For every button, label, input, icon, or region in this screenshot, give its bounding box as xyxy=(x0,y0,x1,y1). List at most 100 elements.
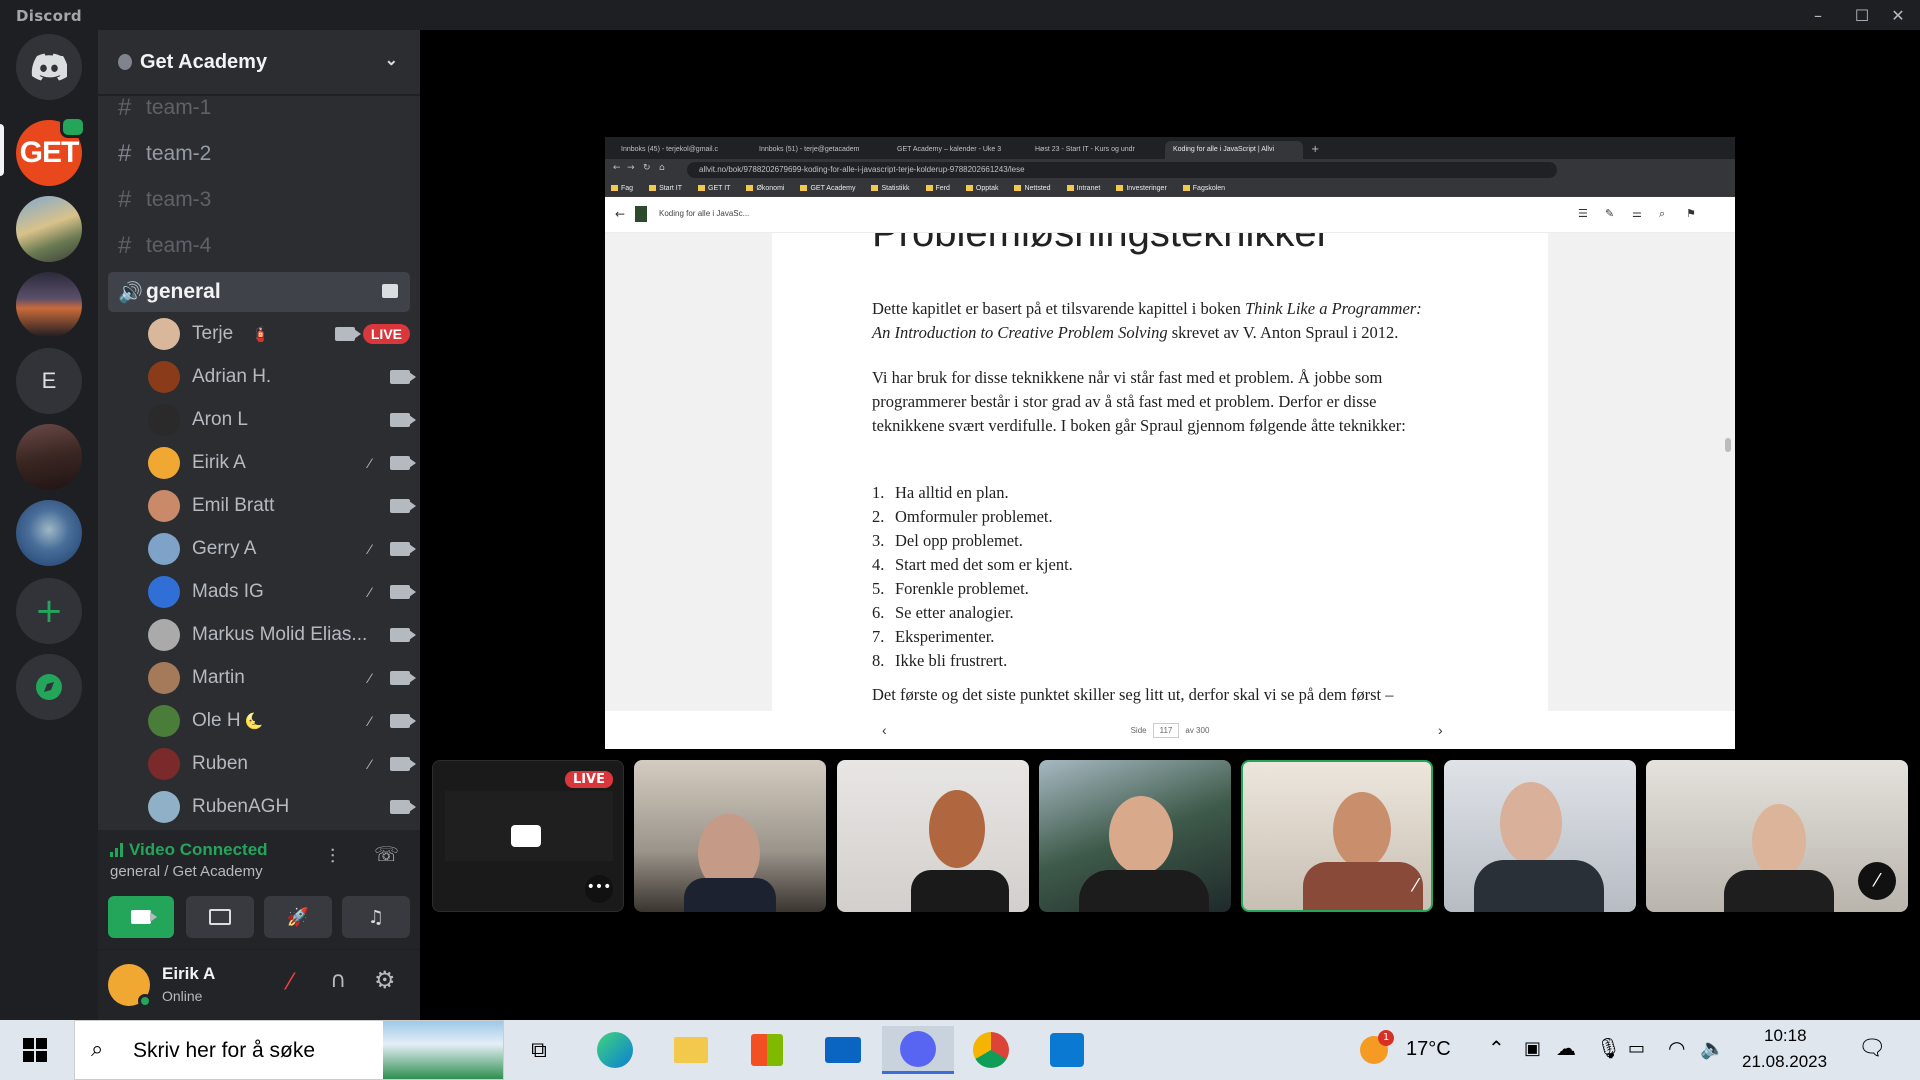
bookmark[interactable]: Investeringer xyxy=(1116,185,1166,192)
discord-taskbar-icon[interactable] xyxy=(882,1026,954,1074)
forward-icon[interactable]: → xyxy=(627,163,635,173)
back-arrow-icon[interactable]: ← xyxy=(615,207,625,221)
back-icon[interactable]: ← xyxy=(613,163,621,173)
more-options-icon[interactable]: ••• xyxy=(585,875,613,903)
channel-general-voice[interactable]: 🔊 general xyxy=(108,272,410,312)
signal-icon[interactable] xyxy=(110,843,123,857)
channel-team-2[interactable]: # team-2 xyxy=(108,134,410,174)
bookmark[interactable]: Statistikk xyxy=(871,185,909,192)
voice-member[interactable]: Markus Molid Elias... xyxy=(148,615,416,655)
settings-sliders-icon[interactable]: ⚌ xyxy=(1632,207,1642,220)
bookmark[interactable]: Økonomi xyxy=(746,185,784,192)
discord-home-icon[interactable] xyxy=(16,34,82,100)
server-icon-photo-3[interactable] xyxy=(16,424,82,490)
activities-button[interactable]: 🚀 xyxy=(264,896,332,938)
voice-member[interactable]: Emil Bratt xyxy=(148,486,416,526)
channel-team-1[interactable]: # team-1 xyxy=(108,88,410,128)
previous-page-icon[interactable]: ‹ xyxy=(882,722,887,738)
voice-member[interactable]: Martin ⁄ xyxy=(148,658,416,698)
video-tile-participant[interactable]: ⁄ xyxy=(1646,760,1908,912)
noise-suppression-icon[interactable]: ⫶ xyxy=(330,844,335,868)
get-academy-server-icon[interactable]: GET xyxy=(16,116,86,186)
explore-compass-icon[interactable] xyxy=(16,654,82,720)
add-server-icon[interactable]: + xyxy=(16,578,82,644)
video-tile-participant[interactable] xyxy=(837,760,1029,912)
video-tile-participant[interactable] xyxy=(634,760,826,912)
server-icon-photo-4[interactable] xyxy=(16,500,82,566)
wifi-icon[interactable]: ◠ xyxy=(1668,1036,1685,1060)
voice-member[interactable]: RubenAGH xyxy=(148,787,416,827)
scrollbar-thumb[interactable] xyxy=(1725,438,1731,452)
voice-member[interactable]: Terje 🧯 LIVE xyxy=(148,314,410,354)
shared-screen-browser[interactable]: Innboks (45) - terjekol@gmail.c Innboks … xyxy=(605,137,1735,749)
taskbar-search-box[interactable]: ⌕ Skriv her for å søke xyxy=(74,1020,504,1080)
voice-member[interactable]: Aron L xyxy=(148,400,416,440)
voice-status-subtitle[interactable]: general / Get Academy xyxy=(110,863,263,880)
video-tile-participant[interactable] xyxy=(1039,760,1231,912)
volume-icon[interactable]: 🔈 xyxy=(1700,1036,1725,1060)
headphones-icon[interactable]: ∩ xyxy=(330,968,346,993)
next-page-icon[interactable]: › xyxy=(1438,722,1443,738)
share-screen-button[interactable] xyxy=(186,896,254,938)
voice-member[interactable]: Ruben ⁄ xyxy=(148,744,416,784)
weather-sun-icon[interactable]: 1 xyxy=(1360,1030,1394,1064)
browser-tab[interactable]: Innboks (45) - terjekol@gmail.c xyxy=(613,141,751,159)
highlight-icon[interactable]: ✎ xyxy=(1605,207,1614,220)
voice-member[interactable]: Gerry A ⁄ xyxy=(148,529,416,569)
channel-team-3[interactable]: # team-3 xyxy=(108,180,410,220)
disconnect-icon[interactable]: ☏ xyxy=(374,842,399,866)
notifications-icon[interactable]: 🗨 xyxy=(1858,1036,1886,1061)
bookmark-icon[interactable]: ⚑ xyxy=(1686,207,1696,220)
settings-gear-icon[interactable]: ⚙ xyxy=(374,966,396,994)
voice-member[interactable]: Mads IG ⁄ xyxy=(148,572,416,612)
search-icon[interactable]: ⌕ xyxy=(1659,207,1665,221)
microsoft-store-icon[interactable] xyxy=(734,1026,800,1074)
page-number-input[interactable]: 117 xyxy=(1152,722,1180,738)
new-tab-icon[interactable]: + xyxy=(1303,144,1327,159)
browser-tab[interactable]: Høst 23 - Start IT - Kurs og undr xyxy=(1027,141,1165,159)
soundboard-button[interactable]: ♫ xyxy=(342,896,410,938)
bookmark[interactable]: Nettsted xyxy=(1014,185,1050,192)
camera-toggle-button[interactable] xyxy=(108,896,174,938)
bookmark[interactable]: Ferd xyxy=(926,185,950,192)
voice-member[interactable]: Eirik A ⁄ xyxy=(148,443,416,483)
table-of-contents-icon[interactable]: ☰ xyxy=(1578,207,1588,220)
server-icon-photo-2[interactable] xyxy=(16,272,82,338)
bookmark[interactable]: Opptak xyxy=(966,185,999,192)
channel-team-4[interactable]: # team-4 xyxy=(108,226,410,266)
bookmark[interactable]: Fagskolen xyxy=(1183,185,1225,192)
file-explorer-icon[interactable] xyxy=(658,1026,724,1074)
weather-temperature[interactable]: 17°C xyxy=(1406,1038,1451,1061)
vscode-icon[interactable] xyxy=(1034,1026,1100,1074)
mic-muted-icon[interactable]: ⁄ xyxy=(288,970,292,995)
bookmark[interactable]: Intranet xyxy=(1067,185,1101,192)
mail-icon[interactable] xyxy=(810,1026,876,1074)
browser-tab[interactable]: Innboks (51) - terje@getacadem xyxy=(751,141,889,159)
chevron-up-icon[interactable]: ⌃ xyxy=(1488,1036,1505,1060)
home-icon[interactable]: ⌂ xyxy=(659,163,665,173)
onedrive-cloud-icon[interactable]: ☁ xyxy=(1556,1036,1576,1060)
edge-browser-icon[interactable] xyxy=(582,1026,648,1074)
server-header[interactable]: Get Academy ⌄ xyxy=(98,30,420,94)
clock-date[interactable]: 21.08.2023 xyxy=(1742,1052,1827,1072)
server-icon-e[interactable]: E xyxy=(16,348,82,414)
close-button[interactable]: ✕ xyxy=(1876,0,1920,30)
clock-time[interactable]: 10:18 xyxy=(1764,1026,1807,1046)
bookmark[interactable]: Start IT xyxy=(649,185,682,192)
user-avatar[interactable] xyxy=(108,964,152,1008)
battery-icon[interactable]: ▭ xyxy=(1628,1038,1645,1059)
chevron-down-icon[interactable]: ⌄ xyxy=(385,50,398,70)
voice-member[interactable]: Ole H 🌜 ⁄ xyxy=(148,701,416,741)
bookmark[interactable]: GET Academy xyxy=(800,185,855,192)
microphone-icon[interactable]: 🎙 xyxy=(1596,1036,1621,1060)
video-tile-participant-speaking[interactable]: ⁄ xyxy=(1241,760,1433,912)
task-view-icon[interactable]: ⧉ xyxy=(506,1026,572,1074)
video-tile-participant[interactable] xyxy=(1444,760,1636,912)
chrome-icon[interactable] xyxy=(958,1026,1024,1074)
minimize-button[interactable]: – xyxy=(1796,0,1840,30)
voice-member[interactable]: Adrian H. xyxy=(148,357,416,397)
address-bar[interactable]: allvit.no/bok/9788202679699-koding-for-a… xyxy=(687,162,1557,178)
video-tile-stream[interactable]: LIVE ••• xyxy=(432,760,624,912)
reload-icon[interactable]: ↻ xyxy=(643,163,651,173)
bookmark[interactable]: Fag xyxy=(611,185,633,192)
